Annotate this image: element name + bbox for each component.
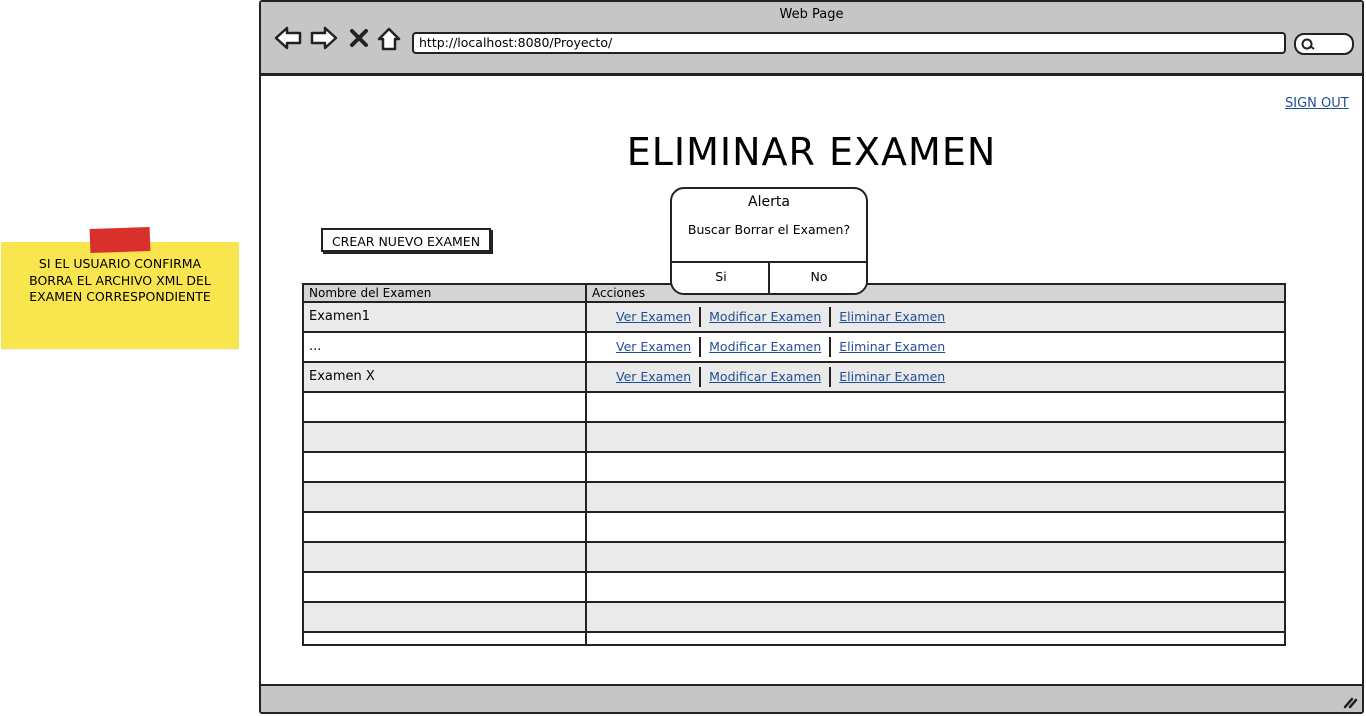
row-actions: Ver Examen Modificar Examen Eliminar Exame… (616, 303, 945, 331)
table-row: Examen X Ver Examen Modificar Examen Elimin… (304, 363, 1284, 393)
action-separator (829, 337, 832, 357)
dialog-no-button[interactable]: No (770, 263, 866, 293)
table-row (304, 603, 1284, 633)
edit-exam-link[interactable]: Modificar Examen (709, 333, 821, 361)
dialog-yes-button[interactable]: Si (672, 263, 770, 293)
column-divider (585, 285, 587, 644)
table-row: ... Ver Examen Modificar Examen Eliminar Ex… (304, 333, 1284, 363)
table-row (304, 423, 1284, 453)
create-exam-button[interactable]: CREAR NUEVO EXAMEN (321, 228, 491, 252)
column-header-actions: Acciones (592, 286, 646, 300)
action-separator (829, 367, 832, 387)
dialog-title: Alerta (748, 194, 790, 210)
action-separator (699, 367, 702, 387)
action-separator (699, 337, 702, 357)
exam-name-cell: Examen X (309, 369, 375, 384)
sticky-note-line: SI EL USUARIO CONFIRMA (38, 256, 202, 271)
stop-icon[interactable] (349, 28, 369, 48)
sticky-note-line: EXAMEN CORRESPONDIENTE (29, 289, 211, 304)
forward-icon[interactable] (310, 26, 338, 50)
dialog-buttons: Si No (672, 261, 866, 293)
view-exam-link[interactable]: Ver Examen (616, 303, 691, 331)
table-row (304, 483, 1284, 513)
table-row (304, 573, 1284, 603)
status-bar (261, 684, 1362, 712)
browser-toolbar: Web Page http://localhost:8080/Proyecto/ (261, 2, 1362, 76)
address-bar[interactable]: http://localhost:8080/Proyecto/ (412, 32, 1286, 54)
browser-window: Web Page http://localhost:8080/Proyecto/… (259, 0, 1364, 714)
table-row (304, 393, 1284, 423)
sticky-note-line: BORRA EL ARCHIVO XML DEL (29, 272, 211, 288)
dialog-message: Buscar Borrar el Examen? (687, 222, 851, 237)
exam-name-cell: ... (309, 339, 322, 354)
confirm-dialog: Alerta Buscar Borrar el Examen? Si No (670, 187, 868, 295)
back-icon[interactable] (274, 26, 302, 50)
page-title: ELIMINAR EXAMEN (626, 130, 997, 174)
delete-exam-link[interactable]: Eliminar Examen (839, 363, 945, 391)
row-actions: Ver Examen Modificar Examen Eliminar Exame… (616, 333, 945, 361)
delete-exam-link[interactable]: Eliminar Examen (839, 333, 945, 361)
delete-exam-link[interactable]: Eliminar Examen (839, 303, 945, 331)
view-exam-link[interactable]: Ver Examen (616, 363, 691, 391)
sign-out-link[interactable]: SIGN OUT (1285, 96, 1349, 111)
row-actions: Ver Examen Modificar Examen Eliminar Exame… (616, 363, 945, 391)
view-exam-link[interactable]: Ver Examen (616, 333, 691, 361)
sticky-note-text: SI EL USUARIO CONFIRMA BORRA EL ARCHIVO … (1, 256, 239, 306)
resize-grip-icon[interactable] (1342, 695, 1358, 709)
search-icon (1301, 38, 1315, 50)
table-row: Examen1 Ver Examen Modificar Examen Elimina… (304, 303, 1284, 333)
table-row (304, 513, 1284, 543)
exams-table: Nombre del Examen Acciones Examen1 Ver Ex… (302, 283, 1286, 646)
edit-exam-link[interactable]: Modificar Examen (709, 303, 821, 331)
home-icon[interactable] (376, 26, 402, 52)
action-separator (829, 307, 832, 327)
edit-exam-link[interactable]: Modificar Examen (709, 363, 821, 391)
table-row (304, 543, 1284, 573)
browser-search-box[interactable] (1294, 33, 1354, 55)
action-separator (699, 307, 702, 327)
tape-strip (89, 226, 151, 254)
column-header-name: Nombre del Examen (309, 286, 432, 300)
window-title: Web Page (779, 7, 844, 22)
exam-name-cell: Examen1 (309, 309, 371, 324)
table-row (304, 453, 1284, 483)
sticky-note: SI EL USUARIO CONFIRMA BORRA EL ARCHIVO … (1, 242, 239, 349)
